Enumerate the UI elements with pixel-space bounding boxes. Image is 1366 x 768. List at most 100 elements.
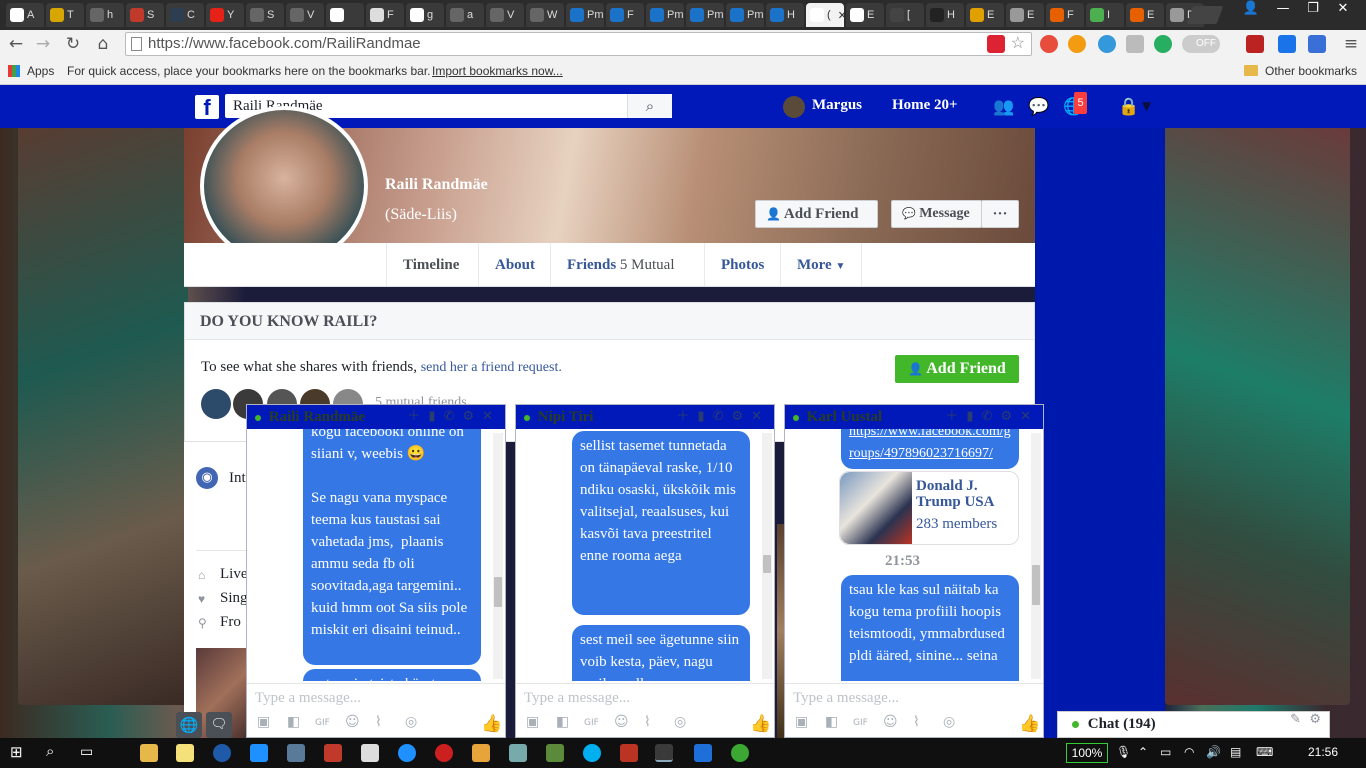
avatar[interactable] [783,96,805,118]
compose-icon[interactable]: ✎ [1290,712,1301,727]
profile-picture[interactable] [200,106,368,266]
photo-icon[interactable]: ▣ [526,714,539,730]
apps-link[interactable]: Apps [27,64,54,78]
extension-icon[interactable] [1308,35,1326,53]
like-icon[interactable]: 👍 [750,714,771,734]
app-icon[interactable] [287,744,305,762]
forward-icon[interactable]: → [32,33,54,55]
video-icon[interactable]: ▮ [966,409,981,424]
scrollbar[interactable] [1031,433,1041,679]
call-icon[interactable]: ✆ [444,409,463,424]
tab-timeline[interactable]: Timeline [386,243,475,286]
headphones-icon[interactable] [1098,35,1116,53]
more-options-button[interactable]: ··· [981,200,1019,228]
refresh-extension-icon[interactable] [1154,35,1172,53]
scrollbar[interactable] [762,433,772,679]
facebook-logo[interactable]: f [195,95,219,120]
add-friend-button[interactable]: 👤 Add Friend [755,200,878,228]
message-button[interactable]: 💬 Message [891,200,982,228]
browser-tab[interactable]: F [606,3,644,27]
keyboard-icon[interactable]: ⌨ [1256,745,1273,759]
call-icon[interactable]: ✆ [713,409,732,424]
browser-tab[interactable]: S [126,3,164,27]
extension-icon[interactable] [1068,35,1086,53]
video-icon[interactable]: ▮ [697,409,712,424]
clock[interactable]: 21:56 [1308,745,1338,759]
chat-header[interactable]: Raili Randmäe ＋▮✆⚙✕ [247,405,505,429]
app-icon[interactable] [731,744,749,762]
browser-tab[interactable]: T [46,3,84,27]
gif-icon[interactable]: GIF [584,718,599,728]
add-icon[interactable]: ＋ [945,409,966,424]
browser-tab[interactable]: F [366,3,404,27]
profile-name[interactable]: Raili Randmäe [385,176,488,194]
browser-tab[interactable]: E [846,3,884,27]
browser-tab[interactable]: Pm [566,3,604,27]
browser-tab[interactable]: h [86,3,124,27]
browser-tab[interactable]: Pm [686,3,724,27]
edge-icon[interactable] [250,744,268,762]
download-icon[interactable] [1126,35,1144,53]
browser-tab[interactable]: (✕ [806,3,844,27]
tab-about[interactable]: About [478,243,551,286]
notification-icon[interactable]: ▤ [1230,745,1241,759]
friend-request-link[interactable]: send her a friend request. [421,360,562,375]
photo-icon[interactable]: ▣ [257,714,270,730]
browser-tab[interactable] [326,3,364,27]
other-bookmarks[interactable]: Other bookmarks [1265,64,1357,78]
bookmark-star-icon[interactable]: ☆ [1011,33,1025,55]
add-icon[interactable]: ＋ [676,409,697,424]
search-icon[interactable]: ⌕ [627,94,672,118]
browser-tab[interactable]: E [966,3,1004,27]
profile-icon[interactable]: 👤 [1236,0,1266,20]
camera-icon[interactable]: ◎ [943,714,955,730]
extension-icon[interactable] [1278,35,1296,53]
link-preview-card[interactable]: Donald J. Trump USA 283 members [839,471,1019,545]
tab-more[interactable]: More ▼ [780,243,863,286]
browser-tab[interactable]: Pm [646,3,684,27]
browser-tab[interactable]: [ [886,3,924,27]
store-icon[interactable] [361,744,379,762]
opera-icon[interactable] [435,744,453,762]
message-input[interactable]: Type a message... [516,683,774,711]
emoji-icon[interactable]: ☺ [883,714,898,730]
gif-icon[interactable]: GIF [853,718,868,728]
chat-title[interactable]: Karl Uustal [807,409,882,425]
chat-title[interactable]: Nipi Tiri [538,409,594,425]
group-name[interactable]: Donald J. Trump USA [916,478,1016,510]
home-icon[interactable]: ⌂ [92,33,114,55]
new-tab-button[interactable] [1186,6,1224,24]
filezilla-icon[interactable] [620,744,638,762]
browser-tab[interactable]: C [166,3,204,27]
restore-icon[interactable]: ❐ [1298,0,1328,20]
app-icon[interactable] [324,744,342,762]
globe-icon[interactable]: 🌐 [176,712,202,738]
chat-header[interactable]: Karl Uustal ＋▮✆⚙✕ [785,405,1043,429]
app-icon[interactable] [694,744,712,762]
app-icon[interactable] [472,744,490,762]
message-input[interactable]: Type a message... [247,683,505,711]
browser-tab[interactable]: V [286,3,324,27]
like-icon[interactable]: 👍 [1019,714,1040,734]
extension-icon[interactable] [1246,35,1264,53]
video-icon[interactable]: ▮ [428,409,443,424]
attachment-icon[interactable]: ⌇ [375,714,382,730]
add-icon[interactable]: ＋ [407,409,428,424]
privacy-icon[interactable]: 🔒 [1118,97,1139,117]
close-icon[interactable]: ✕ [482,409,501,424]
app-icon[interactable] [546,744,564,762]
gear-icon[interactable]: ⚙ [731,409,751,424]
browser-tab[interactable]: W [526,3,564,27]
messages-icon[interactable]: 💬 [1028,97,1049,117]
internet-explorer-icon[interactable] [398,744,416,762]
gear-icon[interactable]: ⚙ [1309,712,1321,727]
gear-icon[interactable]: ⚙ [1000,409,1020,424]
chat-sidebar-bar[interactable]: Chat (194) ✎ ⚙ [1057,711,1330,738]
sticker-icon[interactable]: ◧ [287,714,300,730]
add-friend-green-button[interactable]: 👤 Add Friend [895,355,1019,383]
scrollbar[interactable] [493,433,503,679]
call-icon[interactable]: ✆ [982,409,1001,424]
browser-tab[interactable]: I [1086,3,1124,27]
message-input[interactable]: Type a message... [785,683,1043,711]
home-link[interactable]: Home [892,97,930,114]
